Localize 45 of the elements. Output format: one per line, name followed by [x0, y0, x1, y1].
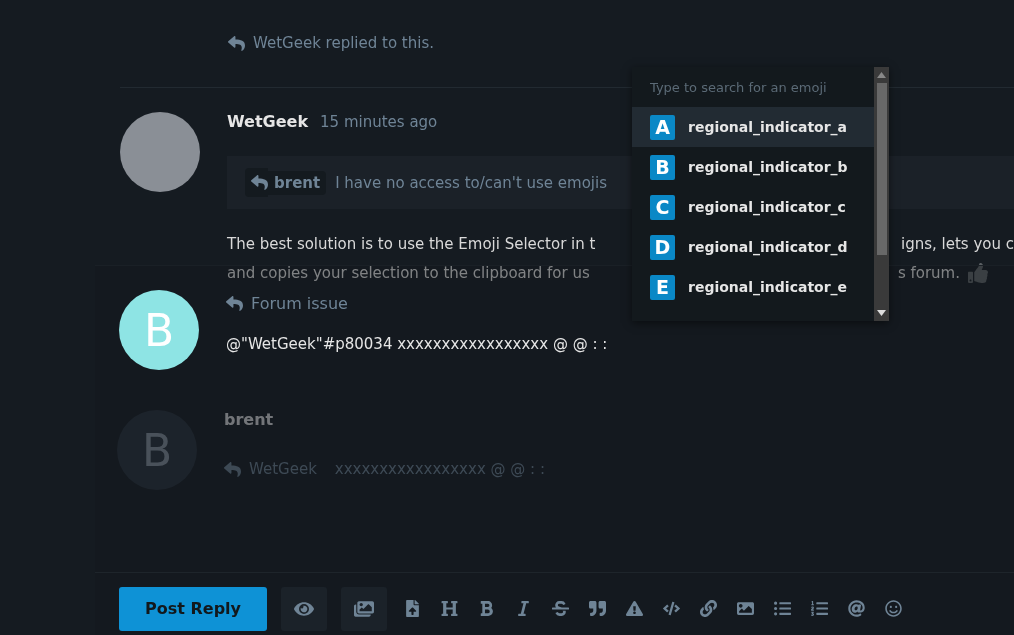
quote-user[interactable]: brent	[268, 170, 327, 195]
eye-icon[interactable]	[281, 586, 327, 631]
scrollbar[interactable]	[874, 67, 889, 321]
letter-emoji: C	[650, 194, 675, 220]
reply-notice: WetGeek replied to this.	[253, 34, 434, 52]
reply-icon	[245, 168, 268, 197]
thumbs-up-icon	[968, 262, 988, 283]
letter-emoji: B	[650, 154, 675, 180]
scroll-down-icon[interactable]	[877, 310, 886, 316]
letter-emoji: A	[650, 114, 675, 140]
letter-emoji: E	[650, 274, 675, 300]
post-text: The best solution is to use the Emoji Selector in t	[227, 234, 596, 253]
quote-icon[interactable]	[586, 600, 609, 617]
image-icon[interactable]	[734, 600, 757, 617]
post-text: igns, lets you c	[901, 234, 1014, 253]
code-icon[interactable]	[660, 600, 683, 617]
composer-text[interactable]: @"WetGeek"#p80034 xxxxxxxxxxxxxxxxx @ @ : :	[226, 335, 608, 353]
letter-emoji: D	[650, 234, 675, 260]
numbered-list-icon[interactable]	[808, 600, 831, 617]
emoji-option[interactable]: D regional_indicator_d	[632, 227, 874, 267]
reply-icon	[224, 460, 241, 478]
at-icon[interactable]	[845, 600, 868, 617]
scroll-up-icon[interactable]	[877, 72, 886, 78]
avatar: B	[119, 290, 199, 370]
post-text: and copies your selection to the clipboard for us	[227, 263, 590, 282]
emoji-option[interactable]: A regional_indicator_a	[632, 107, 874, 147]
emoji-option[interactable]: E regional_indicator_e	[632, 267, 874, 307]
preview-author: brent	[224, 410, 274, 429]
reply-topic[interactable]: Forum issue	[251, 293, 348, 313]
link-icon[interactable]	[697, 600, 720, 617]
post-text: s forum.	[897, 263, 960, 282]
strikethrough-icon[interactable]	[549, 600, 572, 617]
reply-icon	[226, 294, 243, 312]
images-icon[interactable]	[341, 586, 387, 631]
post-reply-button[interactable]: Post Reply	[119, 586, 267, 631]
quote-text: I have no access to/can't use emojis	[335, 173, 608, 192]
emoji-option[interactable]: C regional_indicator_c	[632, 187, 874, 227]
emoji-search-field[interactable]: Type to search for an emoji	[632, 67, 874, 107]
bullet-list-icon[interactable]	[771, 600, 794, 617]
author-name[interactable]: WetGeek	[227, 112, 309, 131]
reply-icon	[228, 34, 245, 52]
smiley-icon[interactable]	[882, 600, 905, 617]
warning-icon[interactable]	[623, 600, 646, 617]
post-time[interactable]: 15 minutes ago	[320, 113, 438, 131]
emoji-option[interactable]: B regional_indicator_b	[632, 147, 874, 187]
